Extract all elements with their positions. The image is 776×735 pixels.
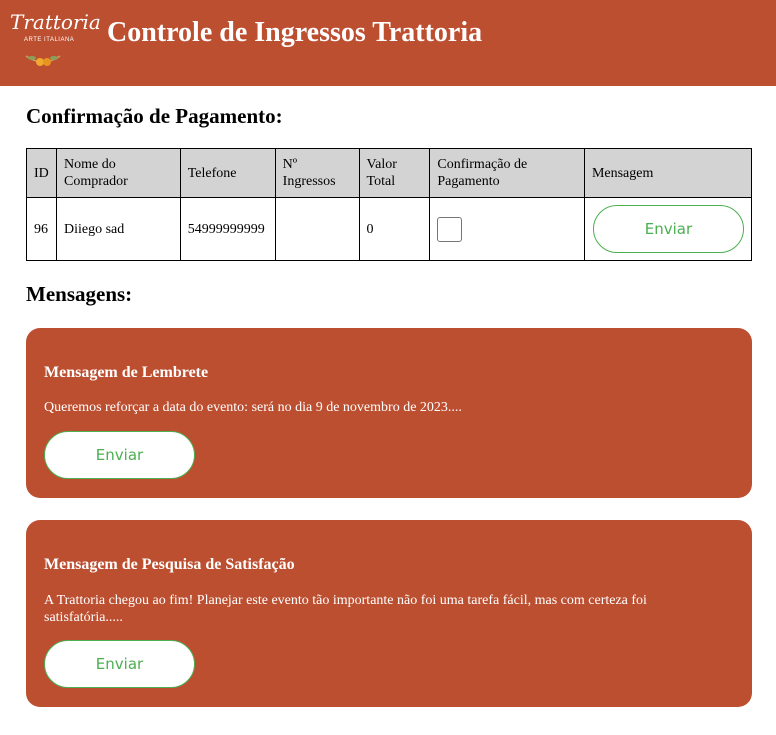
reminder-message-text: Queremos reforçar a data do evento: será… (44, 400, 462, 415)
table-header-row: ID Nome do Comprador Telefone Nº Ingress… (26, 148, 753, 198)
leaf-ornament-icon (25, 55, 61, 66)
messages-section-title: Mensagens: (26, 282, 133, 306)
reminder-message-card: Mensagem de Lembrete Queremos reforçar a… (26, 328, 752, 498)
cell-name: Diiego sad (55, 197, 181, 261)
app-header: Trattoria ARTE ITALIANA Controle de Ingr… (0, 0, 776, 86)
reminder-message-title: Mensagem de Lembrete (44, 364, 209, 381)
payment-confirmed-checkbox[interactable] (437, 216, 463, 242)
logo-text: Trattoria (10, 10, 101, 34)
satisfaction-survey-card: Mensagem de Pesquisa de Satisfação A Tra… (26, 520, 752, 707)
satisfaction-survey-title: Mensagem de Pesquisa de Satisfação (44, 556, 295, 573)
cell-message: Enviar (583, 197, 753, 261)
cell-phone: 54999999999 (179, 197, 276, 261)
send-reminder-button[interactable]: Enviar (44, 431, 195, 479)
column-header-phone: Telefone (179, 148, 276, 198)
page-title: Controle de Ingressos Trattoria (107, 17, 483, 48)
cell-tickets (274, 197, 360, 261)
table-row: 96 Diiego sad 54999999999 0 Enviar (26, 197, 753, 261)
payment-table: ID Nome do Comprador Telefone Nº Ingress… (26, 148, 753, 261)
column-header-total: Valor Total (358, 148, 431, 198)
cell-id: 96 (26, 197, 57, 261)
column-header-id: ID (26, 148, 57, 198)
column-header-tickets: Nº Ingressos (274, 148, 360, 198)
column-header-name: Nome do Comprador (55, 148, 181, 198)
cell-total: 0 (358, 197, 431, 261)
send-row-message-button[interactable]: Enviar (592, 205, 744, 253)
send-satisfaction-survey-button[interactable]: Enviar (44, 640, 195, 688)
payment-section-title: Confirmação de Pagamento: (26, 104, 283, 128)
column-header-message: Mensagem (583, 148, 753, 198)
trattoria-logo-icon: Trattoria ARTE ITALIANA (4, 4, 101, 70)
satisfaction-survey-text: A Trattoria chegou ao fim! Planejar este… (44, 593, 647, 625)
column-header-confirmation: Confirmação de Pagamento (429, 148, 585, 198)
cell-confirmation (429, 197, 585, 261)
